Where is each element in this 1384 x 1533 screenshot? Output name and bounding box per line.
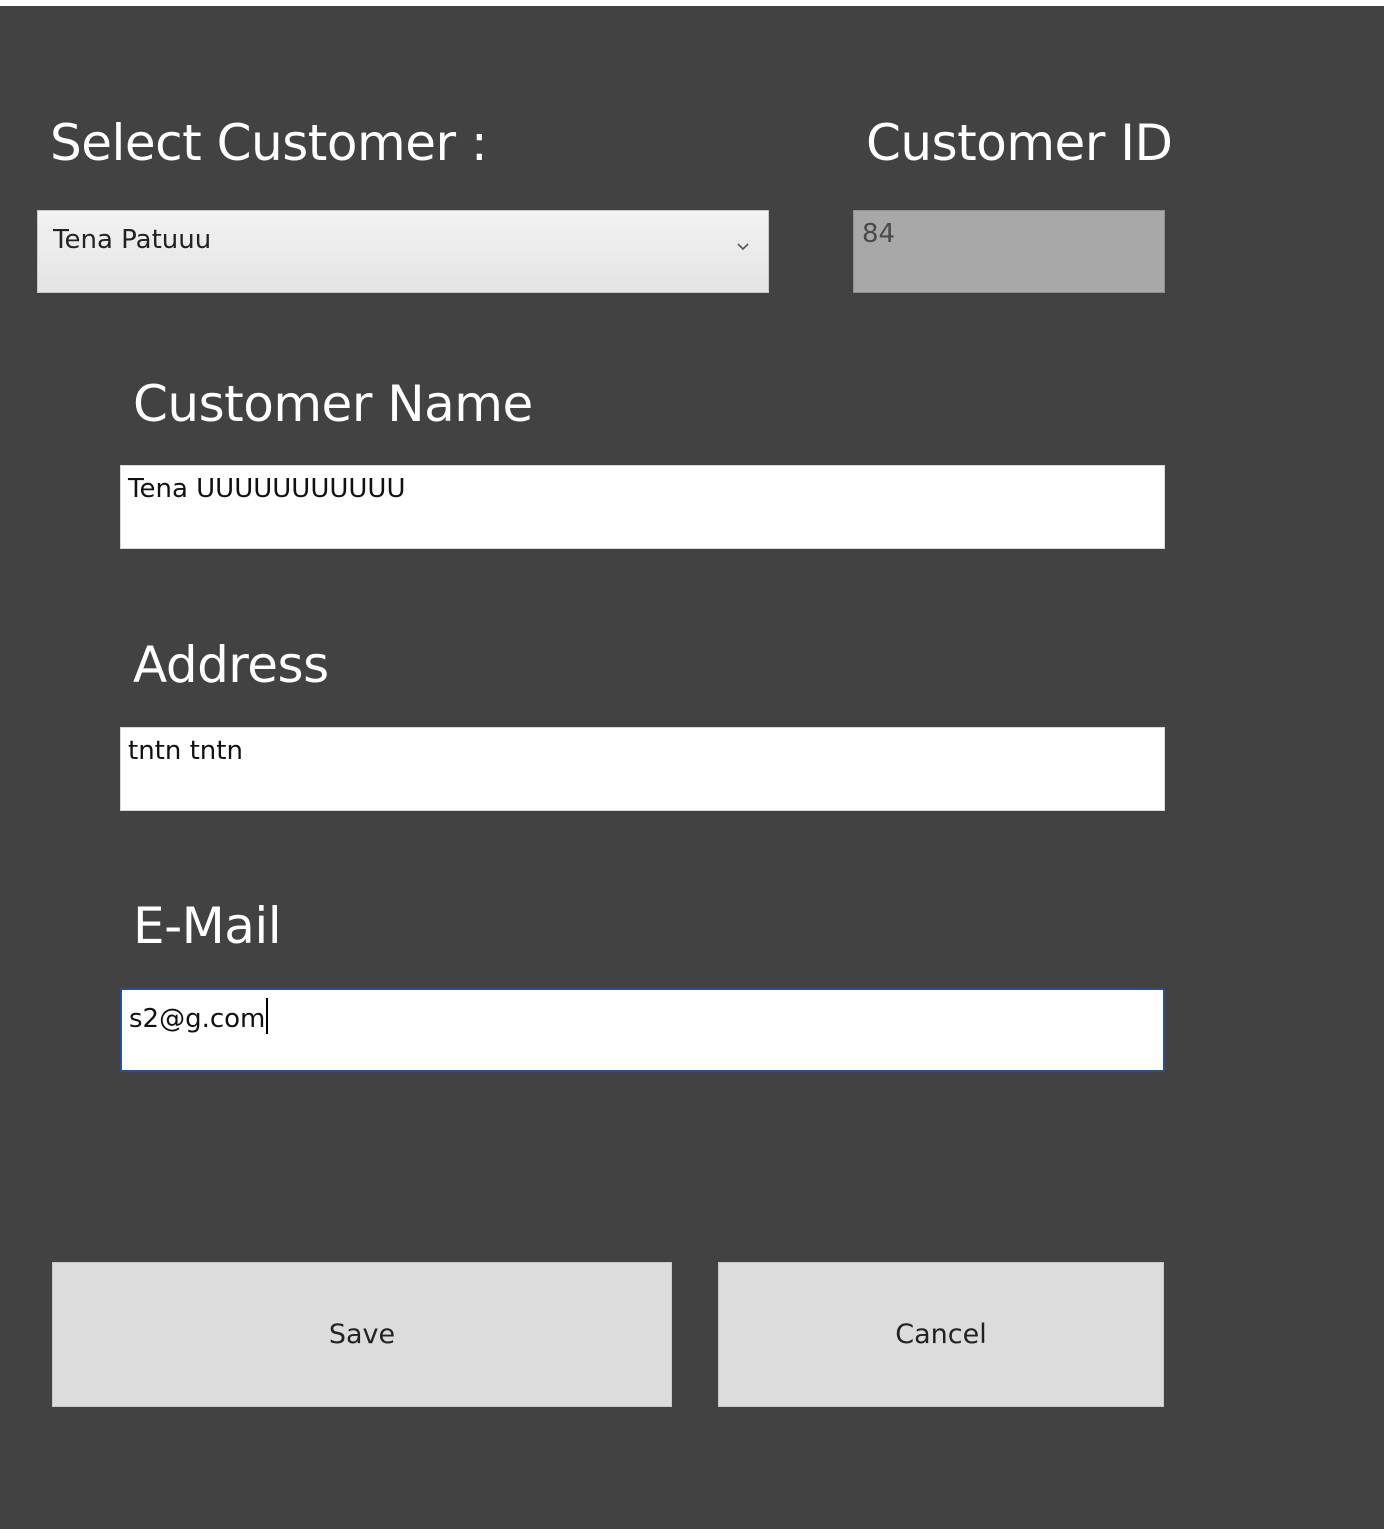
select-customer-label: Select Customer : xyxy=(50,114,488,172)
customer-name-label: Customer Name xyxy=(133,375,533,433)
email-value: s2@g.com xyxy=(129,1004,266,1034)
text-caret xyxy=(266,998,269,1034)
address-label: Address xyxy=(133,636,329,694)
cancel-button-label: Cancel xyxy=(895,1319,987,1350)
address-value: tntn tntn xyxy=(128,736,243,766)
customer-form-window: Select Customer : Customer ID Tena Patuu… xyxy=(0,6,1384,1529)
cancel-button[interactable]: Cancel xyxy=(718,1262,1164,1407)
selected-customer-value: Tena Patuuu xyxy=(53,225,212,255)
save-button[interactable]: Save xyxy=(52,1262,672,1407)
email-label: E-Mail xyxy=(133,897,282,955)
customer-select[interactable]: Tena Patuuu xyxy=(37,210,769,293)
customer-id-label: Customer ID xyxy=(866,114,1173,172)
chevron-down-icon[interactable] xyxy=(736,239,750,253)
email-input[interactable]: s2@g.com xyxy=(120,988,1165,1072)
customer-name-input[interactable]: Tena UUUUUUUUUUU xyxy=(120,465,1165,549)
address-input[interactable]: tntn tntn xyxy=(120,727,1165,811)
customer-name-value: Tena UUUUUUUUUUU xyxy=(128,474,406,504)
customer-id-field: 84 xyxy=(853,210,1165,293)
customer-id-value: 84 xyxy=(862,219,896,249)
save-button-label: Save xyxy=(328,1319,396,1350)
email-text: s2@g.com xyxy=(129,998,269,1034)
